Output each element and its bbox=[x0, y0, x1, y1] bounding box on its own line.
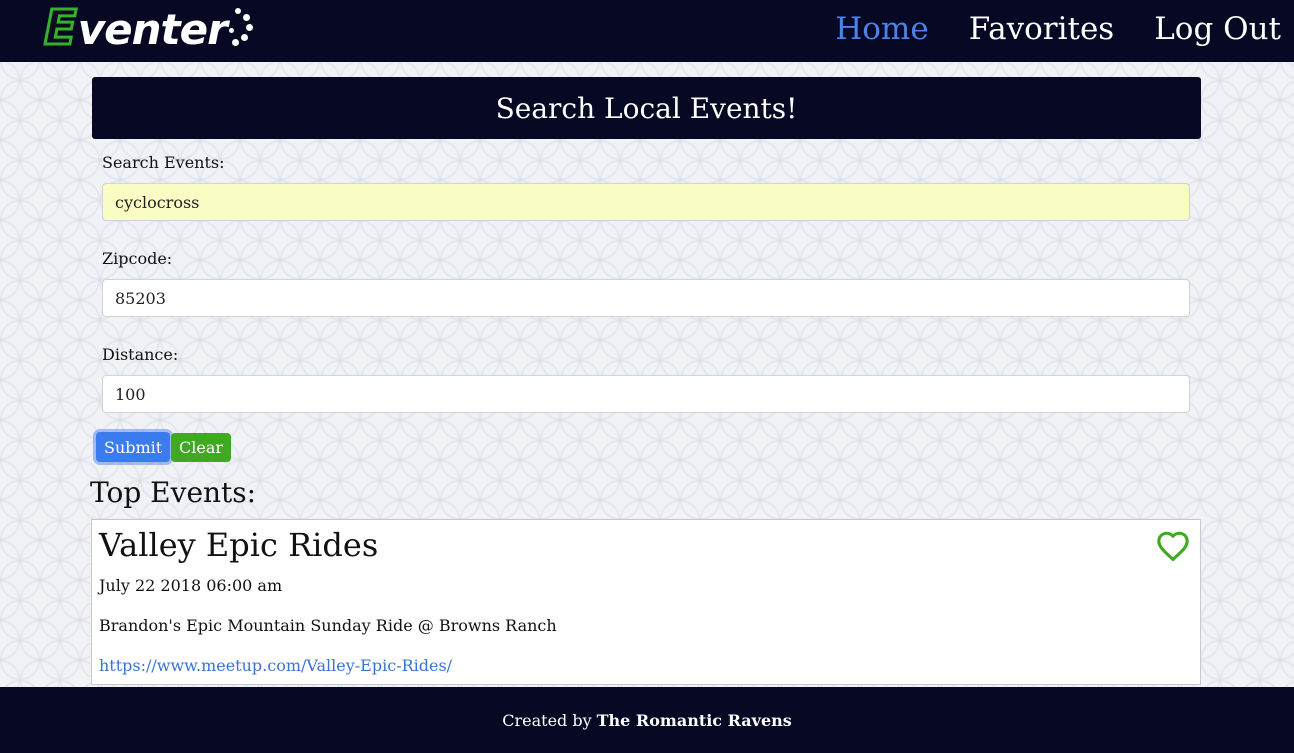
clear-button[interactable]: Clear bbox=[171, 433, 232, 462]
search-events-label: Search Events: bbox=[102, 153, 225, 172]
nav-home-link[interactable]: Home bbox=[835, 10, 928, 48]
event-card: Valley Epic Rides July 22 2018 06:00 am … bbox=[91, 519, 1201, 685]
logo-e-letter: E bbox=[43, 0, 79, 56]
footer-prefix: Created by bbox=[502, 710, 592, 730]
top-events-heading: Top Events: bbox=[90, 476, 257, 509]
heart-outline-icon[interactable] bbox=[1156, 530, 1190, 562]
logo-rest: venter bbox=[77, 5, 228, 54]
nav-links: Home Favorites Log Out bbox=[835, 10, 1281, 48]
distance-input[interactable] bbox=[102, 375, 1190, 413]
dots-icon bbox=[228, 6, 255, 50]
submit-button[interactable]: Submit bbox=[96, 432, 171, 462]
search-title: Search Local Events! bbox=[495, 91, 798, 125]
zipcode-input[interactable] bbox=[102, 279, 1190, 317]
distance-label: Distance: bbox=[102, 345, 179, 364]
event-url-link[interactable]: https://www.meetup.com/Valley-Epic-Rides… bbox=[99, 656, 452, 675]
event-date: July 22 2018 06:00 am bbox=[99, 576, 283, 595]
event-description: Brandon's Epic Mountain Sunday Ride @ Br… bbox=[99, 616, 557, 635]
logo-wordmark: Eventer bbox=[43, 3, 228, 54]
search-header: Search Local Events! bbox=[92, 77, 1201, 139]
navbar: Eventer Home Favorites Log Out bbox=[0, 0, 1294, 62]
zipcode-label: Zipcode: bbox=[102, 249, 173, 268]
eventer-logo[interactable]: Eventer bbox=[43, 2, 255, 54]
footer-team-name: The Romantic Ravens bbox=[596, 710, 792, 730]
nav-logout-link[interactable]: Log Out bbox=[1154, 10, 1281, 48]
footer: Created by The Romantic Ravens bbox=[0, 687, 1294, 753]
nav-favorites-link[interactable]: Favorites bbox=[969, 10, 1115, 48]
search-events-input[interactable] bbox=[102, 183, 1190, 221]
event-title: Valley Epic Rides bbox=[99, 526, 379, 564]
